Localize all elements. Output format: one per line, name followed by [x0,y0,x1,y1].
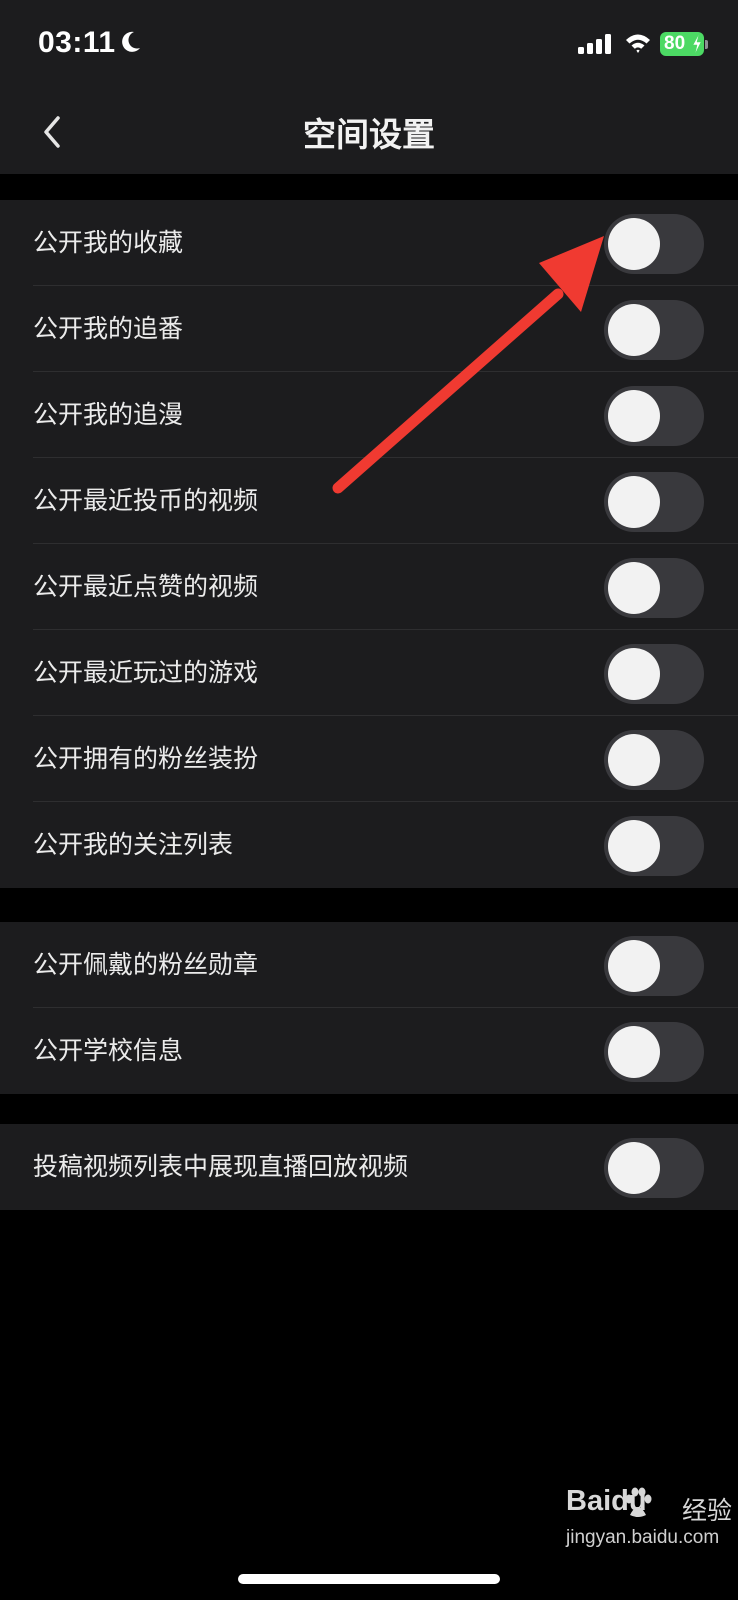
setting-row[interactable]: 公开我的追漫 [0,372,738,458]
toggle-switch[interactable] [604,386,704,446]
setting-label: 公开我的关注列表 [33,830,234,859]
setting-label: 公开最近玩过的游戏 [33,658,259,687]
setting-row[interactable]: 公开我的收藏 [0,200,738,286]
settings-group-videos: 投稿视频列表中展现直播回放视频 [0,1124,738,1210]
toggle-knob [608,820,660,872]
toggle-knob [608,304,660,356]
setting-row[interactable]: 公开最近玩过的游戏 [0,630,738,716]
setting-label: 投稿视频列表中展现直播回放视频 [33,1152,409,1181]
setting-row[interactable]: 投稿视频列表中展现直播回放视频 [0,1124,738,1210]
setting-row[interactable]: 公开最近点赞的视频 [0,544,738,630]
toggle-switch[interactable] [604,936,704,996]
toggle-knob [608,940,660,992]
watermark-product: 经验 [682,1496,733,1525]
setting-label: 公开我的收藏 [33,228,184,257]
charging-bolt-icon [692,34,702,54]
setting-label: 公开最近投币的视频 [33,486,259,515]
setting-label: 公开我的追漫 [33,400,184,429]
setting-row[interactable]: 公开最近投币的视频 [0,458,738,544]
home-indicator[interactable] [238,1574,500,1584]
toggle-knob [608,562,660,614]
settings-group-privacy: 公开我的收藏 公开我的追番 公开我的追漫 公开最近投币的视频 公开最近点赞的视频… [0,200,738,888]
wifi-icon [626,34,650,53]
baidu-paw-icon [625,1487,652,1517]
setting-row[interactable]: 公开学校信息 [0,1008,738,1094]
setting-row[interactable]: 公开拥有的粉丝装扮 [0,716,738,802]
page-title: 空间设置 [303,115,435,154]
baidu-jingyan-watermark: Baidu 经验 jingyan.baidu.com [566,1485,736,1555]
status-time: 03:11 [38,26,116,59]
toggle-knob [608,390,660,442]
toggle-switch[interactable] [604,300,704,360]
setting-label: 公开最近点赞的视频 [33,572,259,601]
watermark-url: jingyan.baidu.com [566,1527,720,1548]
toggle-knob [608,1026,660,1078]
moon-icon [122,31,140,52]
setting-row[interactable]: 公开佩戴的粉丝勋章 [0,922,738,1008]
toggle-switch[interactable] [604,1138,704,1198]
status-bar: 03:11 80 [0,0,738,90]
setting-row[interactable]: 公开我的关注列表 [0,802,738,888]
toggle-switch[interactable] [604,214,704,274]
setting-label: 公开学校信息 [33,1036,184,1065]
setting-label: 公开佩戴的粉丝勋章 [33,950,259,979]
toggle-switch[interactable] [604,558,704,618]
toggle-switch[interactable] [604,1022,704,1082]
toggle-switch[interactable] [604,816,704,876]
setting-label: 公开我的追番 [33,314,184,343]
cellular-signal-icon [578,34,611,54]
toggle-knob [608,476,660,528]
toggle-knob [608,218,660,270]
setting-label: 公开拥有的粉丝装扮 [33,744,259,773]
battery-nub [705,40,708,49]
settings-group-profile: 公开佩戴的粉丝勋章 公开学校信息 [0,922,738,1094]
toggle-switch[interactable] [604,472,704,532]
nav-bar: 空间设置 [0,90,738,174]
toggle-switch[interactable] [604,644,704,704]
battery-level: 80 [664,33,686,54]
setting-row[interactable]: 公开我的追番 [0,286,738,372]
toggle-switch[interactable] [604,730,704,790]
toggle-knob [608,648,660,700]
toggle-knob [608,734,660,786]
battery-icon: 80 [660,32,704,56]
toggle-knob [608,1142,660,1194]
